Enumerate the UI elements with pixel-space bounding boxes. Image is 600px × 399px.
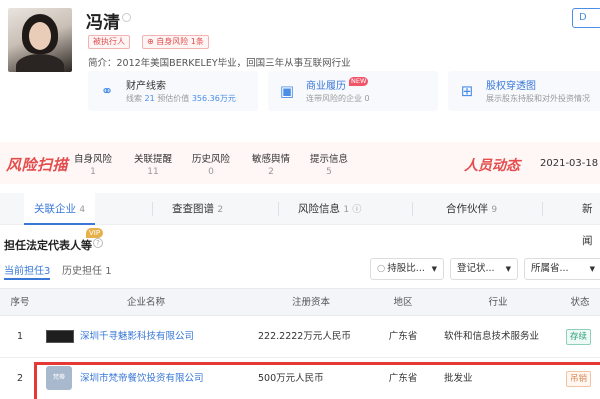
- th-industry: 行业: [488, 297, 508, 308]
- tab-graph[interactable]: 查查图谱 2: [172, 193, 223, 225]
- company-logo: 梵蒂: [46, 366, 72, 390]
- card-title: 商业履历 NEW: [306, 77, 369, 92]
- status-badge: 吊销: [566, 371, 592, 387]
- card-business-history[interactable]: ▣ 商业履历 NEW 连带风险的企业 0: [268, 71, 438, 111]
- subtab-history[interactable]: 历史担任 1: [62, 262, 112, 280]
- card-sub: 展示股东持股和对外投资情况: [486, 94, 590, 103]
- help-icon[interactable]: ?: [93, 238, 103, 248]
- row-industry: 批发业: [444, 373, 473, 384]
- card-sub: 线索 21 预估价值 356.36万元: [126, 94, 236, 103]
- card-title: 股权穿透图: [486, 81, 536, 92]
- row-no: 1: [16, 331, 24, 342]
- dynamics-date: 2021-03-18: [540, 158, 599, 169]
- row-capital: 222.2222万元人民币: [258, 331, 351, 342]
- tag-self-risk[interactable]: ⊕ 自身风险 1条: [142, 35, 209, 49]
- row-industry: 软件和信息技术服务业: [444, 331, 540, 342]
- person-profile: 冯清 被执行人 ⊕ 自身风险 1条 简介：2012年美国BERKELEY毕业，回…: [0, 0, 600, 138]
- tab-related-companies[interactable]: 关联企业 4: [24, 193, 96, 225]
- people-dynamics-label[interactable]: 人员动态: [464, 155, 520, 175]
- card-title: 财产线索: [126, 81, 166, 92]
- company-name-link[interactable]: 深圳千寻魅影科技有限公司: [80, 316, 250, 358]
- table-row[interactable]: 1 深圳千寻魅影科技有限公司 222.2222万元人民币 广东省 软件和信息技术…: [0, 316, 600, 358]
- briefcase-icon: ▣: [279, 82, 295, 100]
- tag-executed[interactable]: 被执行人: [88, 35, 130, 49]
- risk-scan-logo: 风险扫描: [6, 156, 69, 174]
- row-region: 广东省: [388, 373, 418, 384]
- th-no: 序号: [10, 297, 30, 308]
- avatar[interactable]: [8, 8, 72, 72]
- card-property-clues[interactable]: ⚭ 财产线索 线索 21 预估价值 356.36万元: [88, 71, 258, 111]
- section-title: 担任法定代表人等: [4, 239, 92, 252]
- row-region: 广东省: [388, 331, 418, 342]
- th-capital: 注册资本: [291, 297, 330, 308]
- info-icon[interactable]: [122, 13, 131, 22]
- document-button[interactable]: D: [572, 8, 600, 28]
- filter-share-ratio[interactable]: ○ 持股比... ▼: [370, 258, 444, 280]
- th-region: 地区: [393, 297, 413, 308]
- chevron-down-icon: ▼: [589, 265, 595, 273]
- tab-partners[interactable]: 合作伙伴 9: [446, 193, 497, 225]
- main-tabs: 关联企业 4 查查图谱 2 风险信息 1 ⓘ 合作伙伴 9 新闻: [0, 193, 600, 247]
- card-equity-graph[interactable]: ⊞ 股权穿透图 展示股东持股和对外投资情况: [448, 71, 600, 111]
- risk-item-related[interactable]: 关联提醒 11: [126, 151, 180, 177]
- table-row[interactable]: 2 梵蒂 深圳市梵帝餐饮投资有限公司 500万元人民币 广东省 批发业 吊销: [0, 358, 600, 399]
- info-icon: ⓘ: [352, 205, 362, 215]
- person-name: 冯清: [86, 13, 120, 33]
- risk-item-history[interactable]: 历史风险 0: [184, 151, 238, 177]
- company-name-link[interactable]: 深圳市梵帝餐饮投资有限公司: [80, 358, 250, 399]
- row-capital: 500万元人民币: [258, 373, 324, 384]
- table-header: 序号 企业名称 注册资本 地区 行业 状态: [0, 288, 600, 316]
- risk-item-sentiment[interactable]: 敏感舆情 2: [244, 151, 298, 177]
- person-intro: 简介：2012年美国BERKELEY毕业，回国三年从事互联网行业: [88, 58, 351, 69]
- subtab-current[interactable]: 当前担任3: [4, 262, 51, 280]
- risk-item-notice[interactable]: 提示信息 5: [302, 151, 356, 177]
- th-status: 状态: [570, 297, 590, 308]
- vip-badge: VIP: [86, 228, 104, 238]
- filter-province[interactable]: 所属省... ▼: [524, 258, 600, 280]
- chevron-down-icon: ▼: [505, 265, 511, 273]
- risk-item-self[interactable]: 自身风险 1: [66, 151, 120, 177]
- risk-scan-bar: 风险扫描 自身风险 1 关联提醒 11 历史风险 0 敏感舆情 2 提示信息 5 人员动态…: [0, 142, 600, 184]
- tab-risk-info[interactable]: 风险信息 1 ⓘ: [298, 193, 361, 225]
- circle-icon: ○: [377, 263, 386, 274]
- card-sub: 连带风险的企业 0: [306, 94, 370, 103]
- status-badge: 存续: [566, 329, 592, 345]
- chevron-down-icon: ▼: [431, 265, 437, 273]
- link-icon: ⚭: [100, 82, 114, 100]
- company-logo: [46, 330, 74, 343]
- network-icon: ⊞: [460, 82, 474, 100]
- new-badge: NEW: [349, 77, 369, 86]
- th-name: 企业名称: [126, 297, 165, 308]
- tab-news[interactable]: 新闻: [582, 193, 600, 247]
- filter-reg-status[interactable]: 登记状... ▼: [450, 258, 518, 280]
- row-no: 2: [16, 373, 24, 384]
